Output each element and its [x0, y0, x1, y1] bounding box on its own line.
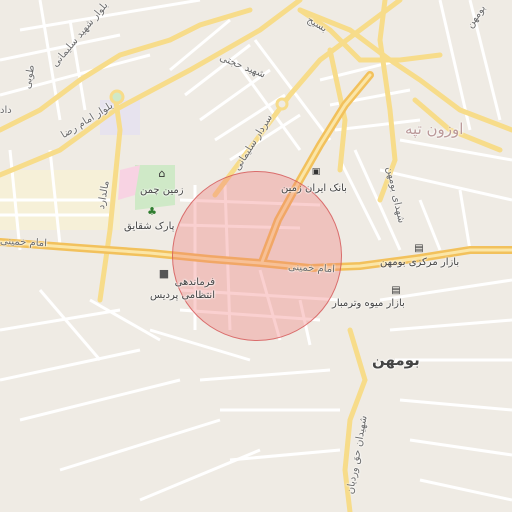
map-canvas[interactable]: بومهن اوزون تپه امام خمینی امام خمینی بل… — [0, 0, 512, 512]
poi-label-fruit-market[interactable]: بازار میوه وترمبار — [332, 299, 405, 309]
park-icon[interactable]: ♣ — [146, 206, 158, 218]
poi-label-shaghayegh-park[interactable]: پارک شقایق — [124, 222, 174, 232]
poi-label-boomehen-central-bazaar[interactable]: بازار مرکزی بومهن — [380, 258, 459, 268]
search-radius-circle — [172, 171, 342, 341]
shopping-cart-icon[interactable]: ▤ — [390, 285, 402, 297]
bank-icon[interactable]: ▣ — [310, 166, 322, 178]
district-label-boomehen: بومهن — [372, 351, 420, 369]
poi-label-football-field[interactable]: زمین چمن — [140, 186, 184, 196]
district-label-ozoon-tappeh: اوزون تپه — [405, 120, 464, 138]
poi-label-iran-zamin-bank[interactable]: بانک ایران زمین — [281, 184, 347, 194]
street-label-dad: داد — [0, 105, 12, 116]
poi-label-police-command[interactable]: فرماندهی انتظامی پردیس — [145, 276, 215, 302]
stadium-icon[interactable]: ⌂ — [156, 168, 168, 180]
shopping-cart-icon[interactable]: ▤ — [413, 243, 425, 255]
